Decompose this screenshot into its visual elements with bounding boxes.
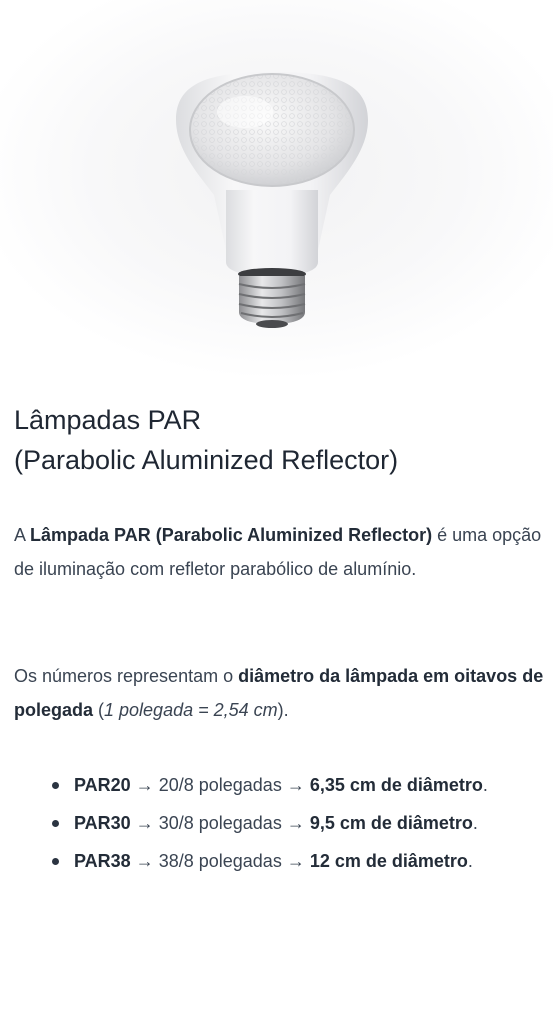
bullet-dot xyxy=(52,820,59,827)
page-title: Lâmpadas PAR (Parabolic Aluminized Refle… xyxy=(14,400,534,480)
par38-name: PAR38 xyxy=(74,851,131,871)
title-line-2: (Parabolic Aluminized Reflector) xyxy=(14,445,399,475)
intro-prefix: A xyxy=(14,525,31,545)
par30-name: PAR30 xyxy=(74,813,131,833)
list-item-par30: PAR30 → 30/8 polegadas → 9,5 cm de diâme… xyxy=(14,804,534,842)
par20-name: PAR20 xyxy=(74,775,131,795)
par-lamp-bulb-illustration xyxy=(0,0,553,380)
par30-middle: → 30/8 polegadas → xyxy=(130,813,310,833)
par30-result: 9,5 cm de diâmetro xyxy=(309,813,473,833)
par38-end: . xyxy=(467,851,473,871)
list-item-par20: PAR20 → 20/8 polegadas → 6,35 cm de diâm… xyxy=(14,766,534,804)
par38-result: 12 cm de diâmetro xyxy=(309,851,468,871)
list-item-par38: PAR38 → 38/8 polegadas → 12 cm de diâmet… xyxy=(14,842,534,880)
intro-paragraph: A Lâmpada PAR (Parabolic Aluminized Refl… xyxy=(14,518,544,586)
par20-result: 6,35 cm de diâmetro xyxy=(309,775,483,795)
bullet-dot xyxy=(52,858,59,865)
numbers-prefix: Os números representam o xyxy=(14,666,239,686)
par38-middle: → 38/8 polegadas → xyxy=(130,851,310,871)
par20-middle: → 20/8 polegadas → xyxy=(130,775,310,795)
par20-end: . xyxy=(482,775,488,795)
numbers-suffix: ). xyxy=(277,700,289,720)
numbers-paragraph: Os números representam o diâmetro da lâm… xyxy=(14,659,544,727)
numbers-middle: ( xyxy=(93,700,105,720)
par30-end: . xyxy=(472,813,478,833)
numbers-italic: 1 polegada = 2,54 cm xyxy=(104,700,278,720)
bullet-dot xyxy=(52,782,59,789)
par-size-list: PAR20 → 20/8 polegadas → 6,35 cm de diâm… xyxy=(14,766,534,880)
intro-bold: Lâmpada PAR (Parabolic Aluminized Reflec… xyxy=(30,525,433,545)
title-line-1: Lâmpadas PAR xyxy=(14,405,202,435)
